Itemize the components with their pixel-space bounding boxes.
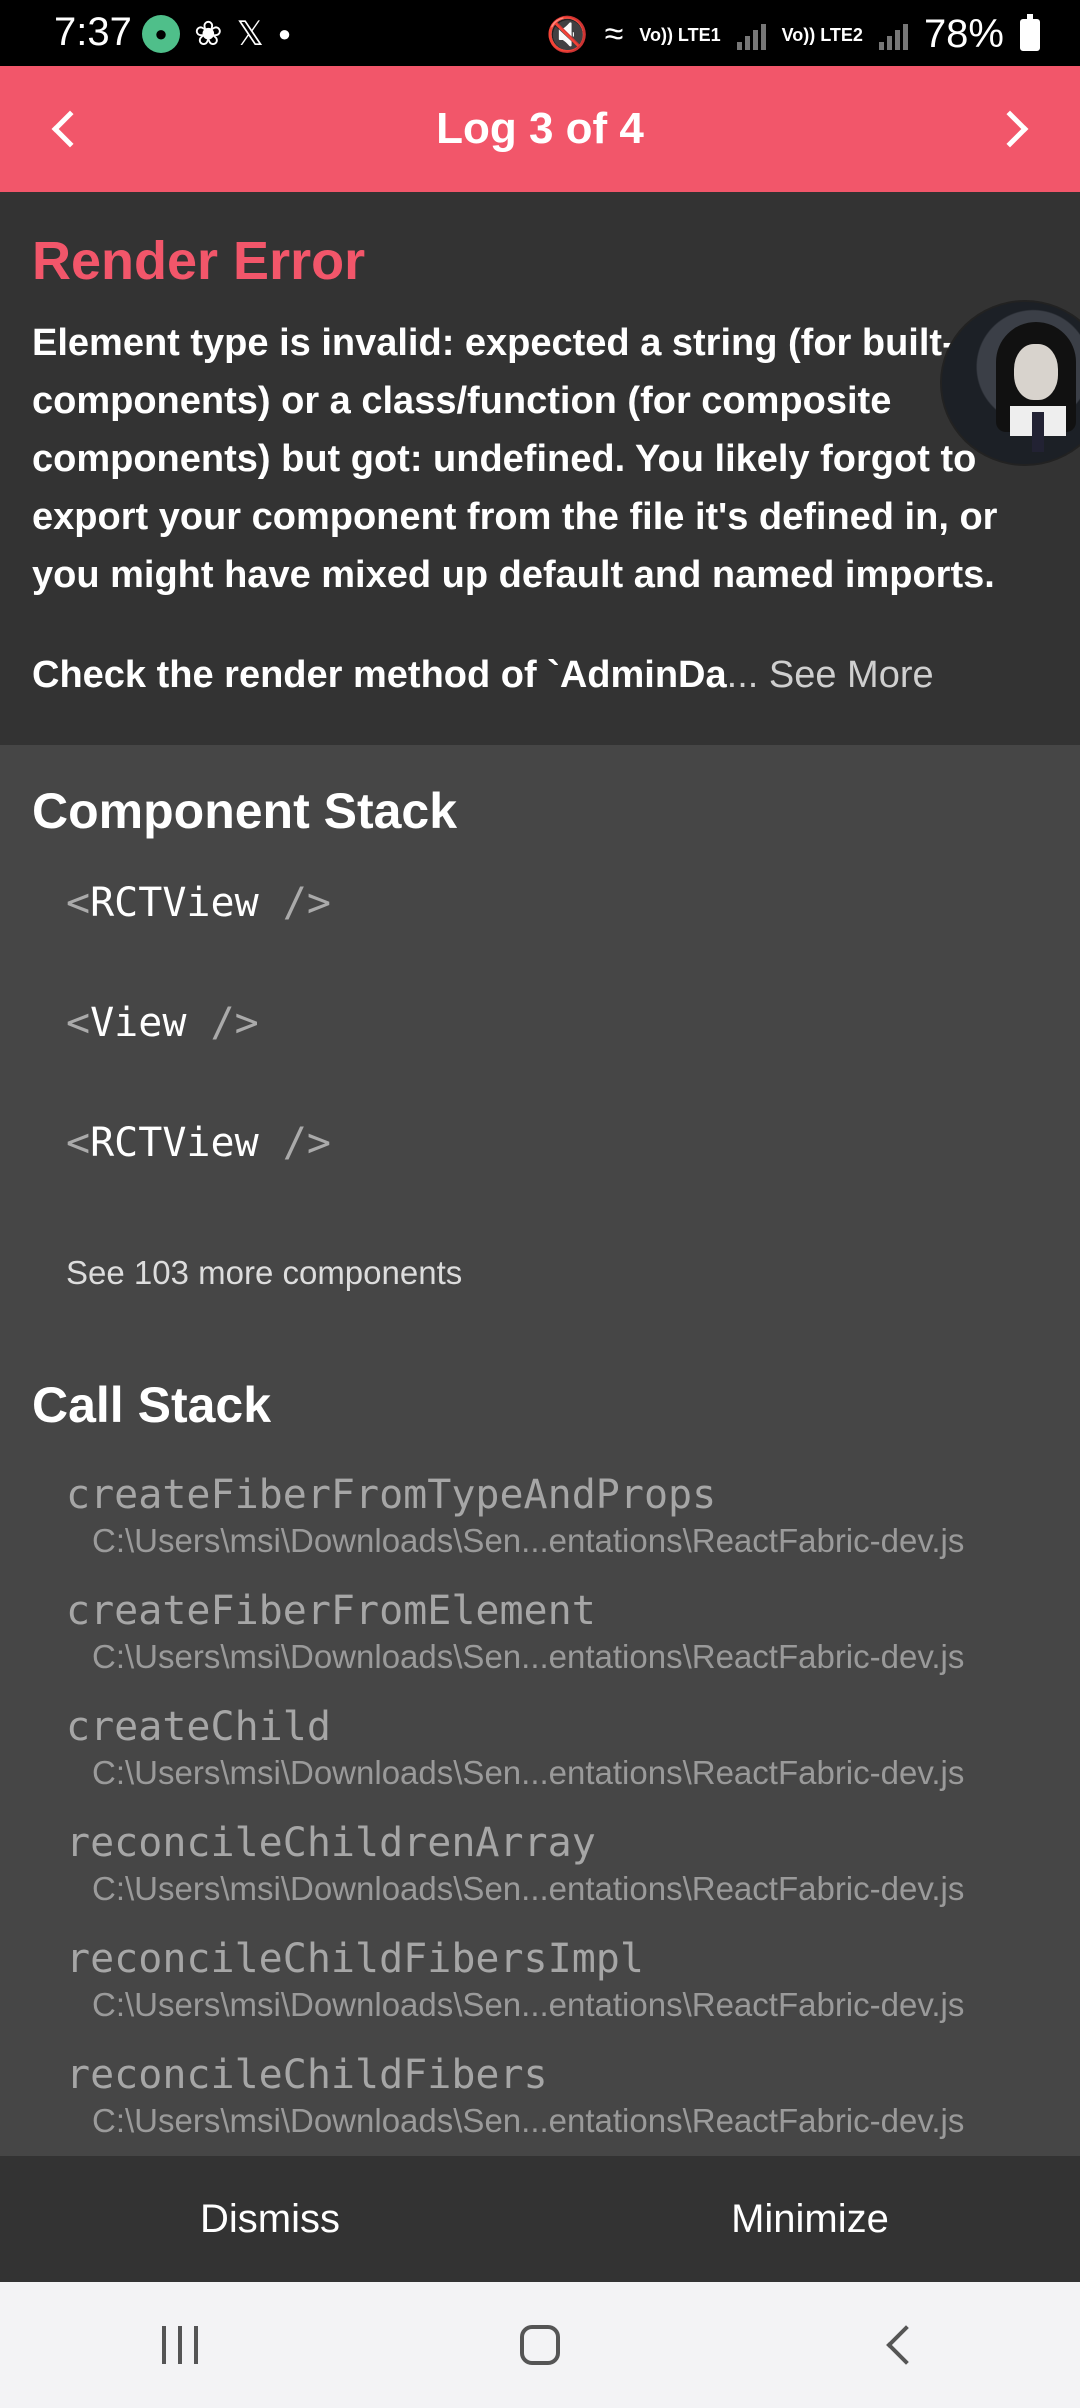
wifi-icon: ≈ <box>604 15 624 53</box>
component-stack-heading: Component Stack <box>32 783 458 839</box>
recents-icon <box>162 2326 198 2364</box>
battery-percent: 78% <box>923 12 1004 56</box>
stack-frame[interactable]: createChild C:\Users\msi\Downloads\Sen..… <box>66 1704 1066 1792</box>
frame-file-path: C:\Users\msi\Downloads\Sen...entations\R… <box>92 1522 965 1559</box>
error-message-line: Element type is invalid: expected a stri… <box>32 322 955 364</box>
error-message: Element type is invalid: expected a stri… <box>32 314 1052 604</box>
error-check-text: Check the render method of `AdminDa... S… <box>32 654 934 697</box>
tag-open: < <box>66 1120 91 1166</box>
signal-1-icon <box>736 20 766 50</box>
network-2-label: Vo)) LTE2 <box>781 24 863 45</box>
error-message-line: components) but got: undefined. You like… <box>32 438 977 480</box>
battery-icon <box>1020 13 1040 51</box>
stack-frame[interactable]: createFiberFromTypeAndProps C:\Users\msi… <box>66 1472 1066 1560</box>
status-bar: 7:37 ● ❀ 𝕏 ● 🔇 ≈ Vo)) LTE1 Vo)) LTE2 78% <box>0 0 1080 66</box>
back-button[interactable] <box>840 2295 960 2395</box>
chevron-left-icon <box>51 110 89 148</box>
minimize-button[interactable]: Minimize <box>540 2156 1080 2282</box>
next-log-button[interactable] <box>950 66 1080 192</box>
recents-button[interactable] <box>120 2295 240 2395</box>
component-stack-item[interactable]: <RCTView /> <box>66 880 331 926</box>
component-stack-item[interactable]: <RCTView /> <box>66 1120 331 1166</box>
error-title: Render Error <box>32 231 366 291</box>
system-navigation-bar <box>0 2282 1080 2408</box>
frame-method: reconcileChildrenArray <box>66 1820 596 1866</box>
food-app-icon: ● <box>142 15 180 53</box>
notification-icons: ● ❀ 𝕏 ● <box>142 14 291 54</box>
tag-open: < <box>66 1000 91 1046</box>
x-app-icon: 𝕏 <box>236 15 264 53</box>
footer-actions: Dismiss Minimize <box>0 2156 1080 2282</box>
frame-method: createFiberFromTypeAndProps <box>66 1472 717 1518</box>
frame-method: createFiberFromElement <box>66 1588 596 1634</box>
frame-file-path: C:\Users\msi\Downloads\Sen...entations\R… <box>92 1754 965 1791</box>
network-1-label: Vo)) LTE1 <box>639 24 721 45</box>
frame-method: reconcileChildFibersImpl <box>66 1936 644 1982</box>
tag-close: /> <box>258 880 331 926</box>
see-more-link[interactable]: ... See More <box>727 654 934 696</box>
home-icon <box>520 2325 560 2365</box>
frame-file-path: C:\Users\msi\Downloads\Sen...entations\R… <box>92 1638 965 1675</box>
see-more-components-button[interactable]: See 103 more components <box>66 1254 462 1292</box>
check-render-text: Check the render method of `AdminDa <box>32 654 727 696</box>
error-message-line: export your component from the file it's… <box>32 496 998 538</box>
pinwheel-app-icon: ❀ <box>194 15 223 53</box>
log-header: Log 3 of 4 <box>0 66 1080 192</box>
back-icon <box>886 2325 926 2365</box>
home-button[interactable] <box>480 2295 600 2395</box>
frame-file-path: C:\Users\msi\Downloads\Sen...entations\R… <box>92 1870 965 1907</box>
previous-log-button[interactable] <box>0 66 130 192</box>
stack-frame[interactable]: reconcileChildFibers C:\Users\msi\Downlo… <box>66 2052 1066 2140</box>
log-title: Log 3 of 4 <box>436 104 644 153</box>
component-name: RCTView <box>90 1120 259 1166</box>
signal-2-icon <box>878 20 908 50</box>
component-stack-item[interactable]: <View /> <box>66 1000 259 1046</box>
stack-frame[interactable]: reconcileChildrenArray C:\Users\msi\Down… <box>66 1820 1066 1908</box>
avatar-tie <box>1032 412 1044 452</box>
frame-file-path: C:\Users\msi\Downloads\Sen...entations\R… <box>92 1986 965 2023</box>
frame-method: createChild <box>66 1704 331 1750</box>
stack-frame[interactable]: reconcileChildFibersImpl C:\Users\msi\Do… <box>66 1936 1066 2024</box>
component-name: View <box>90 1000 187 1046</box>
frame-file-path: C:\Users\msi\Downloads\Sen...entations\R… <box>92 2102 965 2139</box>
mute-icon: 🔇 <box>546 15 589 54</box>
avatar-face <box>1014 344 1058 400</box>
chevron-right-icon <box>991 110 1029 148</box>
frame-method: reconcileChildFibers <box>66 2052 548 2098</box>
tag-close: /> <box>258 1120 331 1166</box>
stack-frame[interactable]: createFiberFromElement C:\Users\msi\Down… <box>66 1588 1066 1676</box>
call-stack-heading: Call Stack <box>32 1377 272 1433</box>
dismiss-button[interactable]: Dismiss <box>0 2156 540 2282</box>
error-message-line: components) or a class/function (for com… <box>32 380 892 422</box>
tag-open: < <box>66 880 91 926</box>
more-notifications-dot-icon: ● <box>277 21 292 46</box>
status-time: 7:37 <box>54 10 132 54</box>
error-section: Render Error Element type is invalid: ex… <box>0 192 1080 745</box>
error-message-line: you might have mixed up default and name… <box>32 554 995 596</box>
component-name: RCTView <box>90 880 259 926</box>
status-indicators: 🔇 ≈ Vo)) LTE1 Vo)) LTE2 78% <box>546 12 1040 57</box>
tag-close: /> <box>186 1000 259 1046</box>
